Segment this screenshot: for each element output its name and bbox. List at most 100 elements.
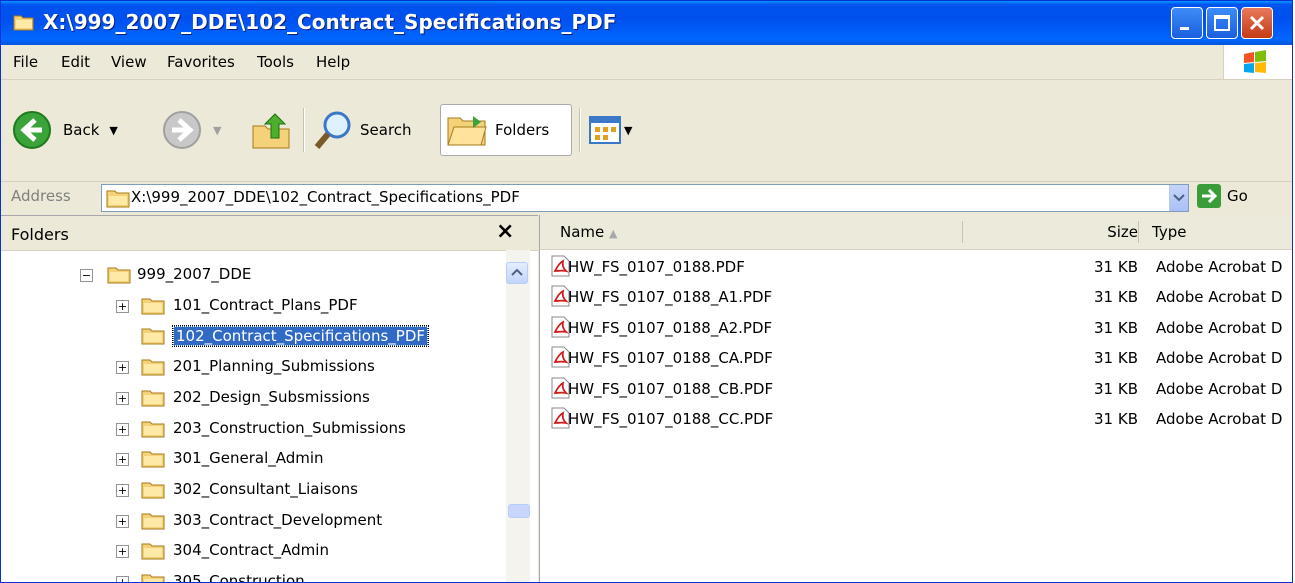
- column-header-row: Name ▲ Size Type: [540, 215, 1292, 250]
- column-header-name[interactable]: Name ▲: [560, 223, 618, 241]
- close-button[interactable]: [1241, 7, 1273, 39]
- menu-file[interactable]: File: [13, 53, 38, 71]
- explorer-window: X:\999_2007_DDE\102_Contract_Specificati…: [0, 0, 1293, 583]
- expand-toggle[interactable]: +: [116, 576, 129, 582]
- go-button[interactable]: [1197, 184, 1221, 208]
- folders-pane-header: Folders ×: [1, 216, 538, 251]
- file-name: HW_FS_0107_0188_A1.PDF: [568, 288, 773, 307]
- file-type: Adobe Acrobat D: [1156, 410, 1283, 428]
- menu-help[interactable]: Help: [316, 53, 350, 71]
- search-label: Search: [360, 121, 412, 139]
- tree-node[interactable]: +101_Contract_Plans_PDF: [1, 293, 506, 319]
- tree-node[interactable]: +203_Construction_Submissions: [1, 416, 506, 442]
- tree-node[interactable]: +202_Design_Subsmissions: [1, 385, 506, 411]
- pdf-file-icon: [551, 377, 570, 399]
- folder-open-icon: [107, 267, 131, 284]
- pdf-file-icon: [551, 255, 570, 277]
- tree-node[interactable]: +305_Construction: [1, 569, 506, 582]
- minimize-button[interactable]: [1171, 7, 1203, 39]
- file-list-pane: Name ▲ Size Type HW_FS_0107_0188.PDF 31 K…: [539, 215, 1292, 582]
- menu-edit[interactable]: Edit: [61, 53, 90, 71]
- file-size: 31 KB: [1094, 410, 1138, 428]
- folders-pane-title: Folders: [11, 225, 69, 244]
- expand-toggle[interactable]: +: [116, 483, 129, 497]
- go-label[interactable]: Go: [1227, 187, 1248, 205]
- search-icon: [314, 111, 351, 149]
- scroll-thumb[interactable]: [508, 504, 530, 518]
- back-arrow-icon: [13, 111, 51, 149]
- tree-node[interactable]: +302_Consultant_Liaisons: [1, 477, 506, 503]
- folder-icon: [141, 482, 165, 499]
- tree-label: 202_Design_Subsmissions: [173, 387, 370, 406]
- up-folder-button[interactable]: [249, 104, 297, 156]
- forward-dropdown-icon[interactable]: ▼: [213, 124, 221, 137]
- folders-button[interactable]: Folders: [445, 104, 571, 156]
- menu-bar: File Edit View Favorites Tools Help: [1, 45, 1292, 80]
- menu-favorites[interactable]: Favorites: [167, 53, 235, 71]
- expand-toggle[interactable]: +: [116, 391, 129, 405]
- expand-toggle[interactable]: +: [116, 453, 129, 467]
- expand-toggle[interactable]: +: [116, 299, 129, 313]
- folder-icon: [141, 543, 165, 560]
- file-row[interactable]: HW_FS_0107_0188.PDF 31 KB Adobe Acrobat D: [540, 253, 1292, 283]
- tree-node[interactable]: +301_General_Admin: [1, 446, 506, 472]
- expand-toggle[interactable]: +: [116, 361, 129, 375]
- back-button[interactable]: Back ▼: [11, 104, 161, 156]
- forward-button[interactable]: ▼: [161, 104, 241, 156]
- address-label: Address: [11, 187, 71, 205]
- column-header-type[interactable]: Type: [1152, 223, 1186, 241]
- tree-node[interactable]: +304_Contract_Admin: [1, 538, 506, 564]
- back-dropdown-icon[interactable]: ▼: [109, 124, 117, 137]
- tree-label: 303_Contract_Development: [173, 510, 383, 529]
- expand-toggle[interactable]: +: [116, 422, 129, 436]
- tree-node[interactable]: 102_Contract_Specifications_PDF: [1, 323, 506, 349]
- folders-label: Folders: [495, 121, 550, 139]
- windows-flag-icon: [1244, 50, 1266, 73]
- maximize-button[interactable]: [1206, 7, 1238, 39]
- file-row[interactable]: HW_FS_0107_0188_CA.PDF 31 KB Adobe Acrobat…: [540, 344, 1292, 374]
- folder-window-icon: [13, 15, 34, 31]
- pdf-file-icon: [551, 316, 570, 338]
- menu-view[interactable]: View: [111, 53, 147, 71]
- column-divider[interactable]: [962, 221, 963, 243]
- file-row[interactable]: HW_FS_0107_0188_CC.PDF 31 KB Adobe Acrobat…: [540, 405, 1292, 435]
- close-pane-icon[interactable]: ×: [496, 219, 514, 244]
- tree-node[interactable]: +201_Planning_Submissions: [1, 354, 506, 380]
- search-button[interactable]: Search: [314, 104, 434, 156]
- tree-node[interactable]: +303_Contract_Development: [1, 508, 506, 534]
- file-row[interactable]: HW_FS_0107_0188_A1.PDF 31 KB Adobe Acrobat…: [540, 283, 1292, 313]
- expand-toggle[interactable]: +: [116, 545, 129, 559]
- window-title: X:\999_2007_DDE\102_Contract_Specificati…: [43, 10, 617, 34]
- folder-icon: [141, 328, 165, 345]
- views-dropdown-icon[interactable]: ▼: [624, 124, 632, 137]
- file-name: HW_FS_0107_0188_A2.PDF: [568, 318, 773, 337]
- tree-label: 201_Planning_Submissions: [173, 357, 375, 376]
- file-row[interactable]: HW_FS_0107_0188_CB.PDF 31 KB Adobe Acrobat…: [540, 375, 1292, 405]
- folders-scrollbar[interactable]: [506, 250, 530, 582]
- scroll-up-button[interactable]: [506, 262, 528, 284]
- collapse-toggle[interactable]: −: [80, 269, 93, 282]
- folder-icon: [141, 513, 165, 530]
- pdf-file-icon: [551, 285, 570, 307]
- tree-label: 301_General_Admin: [173, 449, 324, 468]
- tree-label: 302_Consultant_Liaisons: [173, 479, 358, 498]
- file-row[interactable]: HW_FS_0107_0188_A2.PDF 31 KB Adobe Acrobat…: [540, 314, 1292, 344]
- file-size: 31 KB: [1094, 349, 1138, 368]
- title-bar[interactable]: X:\999_2007_DDE\102_Contract_Specificati…: [1, 1, 1292, 45]
- file-type: Adobe Acrobat D: [1156, 258, 1283, 276]
- views-button[interactable]: ▼: [589, 104, 641, 156]
- back-label: Back: [63, 121, 100, 139]
- file-name: HW_FS_0107_0188_CC.PDF: [568, 410, 774, 428]
- column-divider[interactable]: [1138, 221, 1139, 243]
- column-header-size[interactable]: Size: [1088, 223, 1138, 241]
- file-size: 31 KB: [1094, 318, 1138, 337]
- folder-tree: − 999_2007_DDE +101_Contract_Plans_PDF 10…: [1, 250, 506, 582]
- tree-node-root[interactable]: − 999_2007_DDE: [1, 262, 506, 288]
- chevron-down-icon: [1173, 194, 1185, 202]
- expand-toggle[interactable]: +: [116, 514, 129, 528]
- address-dropdown-button[interactable]: [1169, 185, 1188, 211]
- folders-pane: Folders × − 999_2007_DDE +101_Contract_P…: [1, 215, 538, 582]
- menu-tools[interactable]: Tools: [257, 53, 294, 71]
- sort-ascending-icon: ▲: [609, 227, 618, 240]
- folder-icon: [141, 574, 165, 582]
